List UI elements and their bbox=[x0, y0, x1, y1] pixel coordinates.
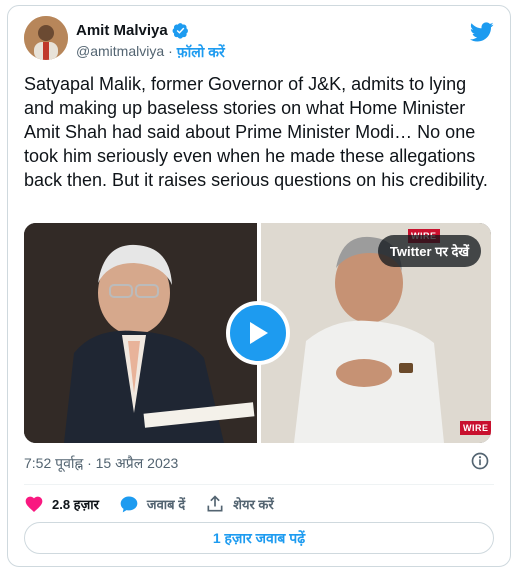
share-icon bbox=[207, 495, 223, 512]
like-button[interactable]: 2.8 हज़ार bbox=[24, 494, 99, 514]
read-replies-button[interactable]: 1 हज़ार जवाब पढ़ें bbox=[24, 522, 494, 554]
brand-logo-bottom: WIRE bbox=[460, 421, 491, 435]
follow-button[interactable]: फ़ॉलो करें bbox=[177, 43, 225, 62]
avatar[interactable] bbox=[24, 16, 68, 60]
reply-button[interactable]: जवाब दें bbox=[119, 494, 185, 514]
play-icon bbox=[249, 322, 268, 344]
handle-row: @amitmalviya · फ़ॉलो करें bbox=[76, 43, 225, 62]
reply-icon bbox=[120, 496, 138, 513]
heart-icon bbox=[25, 496, 43, 512]
twitter-bird-icon[interactable] bbox=[470, 20, 494, 44]
like-count: 2.8 हज़ार bbox=[52, 497, 99, 512]
share-button[interactable]: शेयर करें bbox=[205, 494, 274, 514]
divider bbox=[24, 484, 494, 485]
tweet-timestamp[interactable]: 7:52 पूर्वाह्न · 15 अप्रैल 2023 bbox=[24, 454, 178, 473]
play-button[interactable] bbox=[225, 301, 290, 365]
tweet-card: Amit Malviya @amitmalviya · फ़ॉलो करें S… bbox=[7, 5, 511, 567]
video-player[interactable]: WIRE WIRE Twitter पर देखें bbox=[24, 223, 491, 443]
info-icon[interactable] bbox=[470, 451, 490, 471]
reply-label: जवाब दें bbox=[146, 497, 186, 512]
tweet-header: Amit Malviya @amitmalviya · फ़ॉलो करें bbox=[24, 16, 494, 66]
separator-dot: · bbox=[168, 43, 173, 59]
action-bar: 2.8 हज़ार जवाब दें शेयर करें bbox=[24, 490, 274, 518]
share-label: शेयर करें bbox=[233, 497, 274, 512]
view-on-twitter-button[interactable]: Twitter पर देखें bbox=[377, 235, 481, 267]
verified-badge-icon bbox=[172, 23, 188, 39]
name-row: Amit Malviya bbox=[76, 22, 189, 39]
author-name[interactable]: Amit Malviya bbox=[76, 22, 168, 39]
tweet-text: Satyapal Malik, former Governor of J&K, … bbox=[24, 74, 488, 190]
author-handle[interactable]: @amitmalviya bbox=[76, 43, 164, 62]
